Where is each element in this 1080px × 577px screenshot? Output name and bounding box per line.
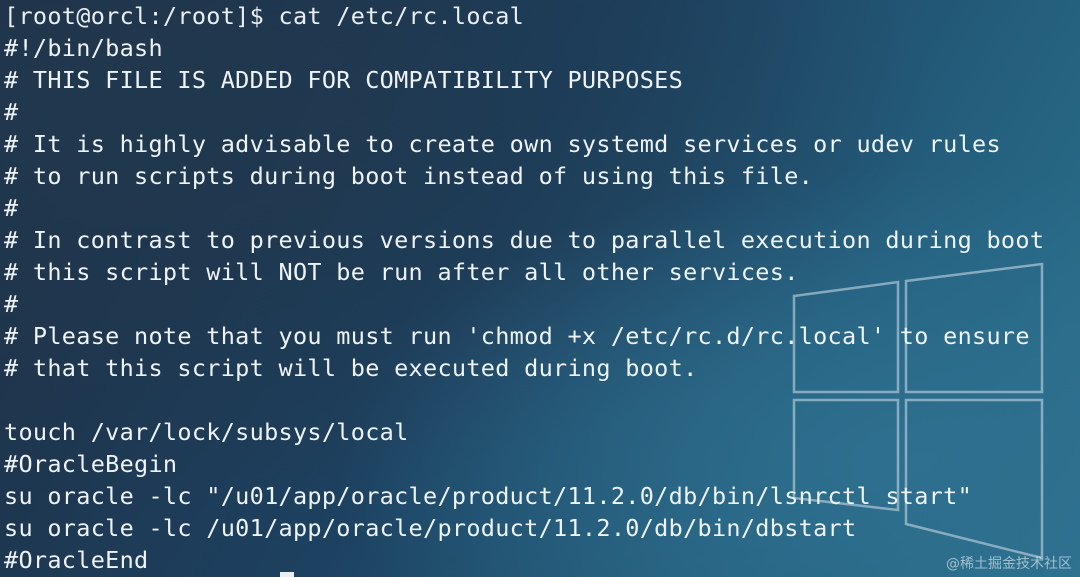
terminal-line: # [4, 98, 19, 126]
terminal-line: su oracle -lc "/u01/app/oracle/product/1… [4, 482, 973, 510]
shell-prompt-line: [root@orcl:/root]$ cat /etc/rc.local [4, 2, 525, 30]
watermark: @稀土掘金技术社区 [946, 556, 1072, 572]
terminal-line: #!/bin/bash [4, 34, 163, 62]
terminal-line: # that this script will be executed duri… [4, 354, 698, 382]
terminal-line: # this script will NOT be run after all … [4, 258, 799, 286]
terminal-line: #OracleEnd [4, 546, 149, 574]
terminal-line: # In contrast to previous versions due t… [4, 226, 1045, 254]
terminal-line: # It is highly advisable to create own s… [4, 130, 1001, 158]
terminal-output: [root@orcl:/root]$ cat /etc/rc.local #!/… [4, 0, 1080, 577]
terminal-line: # Please note that you must run 'chmod +… [4, 322, 1030, 350]
terminal-line: touch /var/lock/subsys/local [4, 418, 409, 446]
terminal-line: su oracle -lc /u01/app/oracle/product/11… [4, 514, 857, 542]
terminal-line: # to run scripts during boot instead of … [4, 162, 814, 190]
terminal-line: # THIS FILE IS ADDED FOR COMPATIBILITY P… [4, 66, 684, 94]
terminal-line: # [4, 290, 19, 318]
terminal-line: #OracleBegin [4, 450, 178, 478]
terminal-line: # [4, 194, 19, 222]
terminal-cursor [280, 572, 294, 577]
